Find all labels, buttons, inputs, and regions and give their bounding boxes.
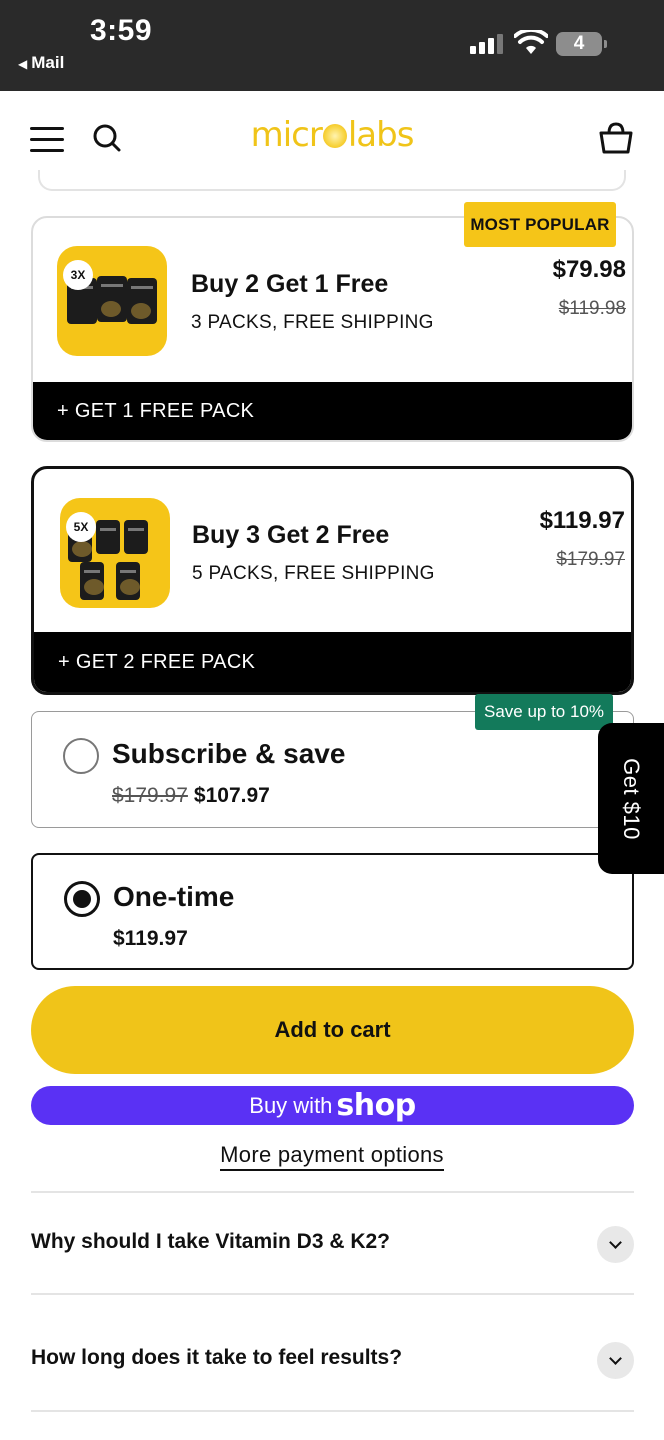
get-10-promo-tab[interactable]: Get $10 (598, 723, 664, 874)
cart-basket-icon[interactable] (598, 121, 634, 155)
option-new-price: $107.97 (193, 784, 270, 807)
save-up-to-badge: Save up to 10% (475, 694, 613, 730)
back-app-label: Mail (31, 53, 65, 72)
bundle-title: Buy 2 Get 1 Free (191, 270, 389, 298)
option-title: Subscribe & save (112, 738, 346, 769)
bundle-free-pack-bar: + GET 2 FREE PACK (34, 632, 631, 692)
bundle-subtitle: 5 PACKS, FREE SHIPPING (192, 563, 435, 584)
more-payment-options-container: More payment options (0, 1142, 664, 1171)
subscribe-radio[interactable] (63, 738, 99, 774)
faq-item[interactable]: How long does it take to feel results? (31, 1330, 634, 1390)
bundle-option-5-packs[interactable]: 5X Buy 3 Get 2 Free 5 PACKS, FREE SHIPPI… (31, 466, 634, 695)
more-payment-options-link[interactable]: More payment options (220, 1142, 444, 1171)
bundle-price: $119.97 (539, 507, 625, 534)
cellular-signal-icon (470, 34, 504, 54)
bundle-free-pack-bar: + GET 1 FREE PACK (33, 382, 632, 440)
quantity-badge: 5X (66, 512, 96, 542)
faq-item[interactable]: Why should I take Vitamin D3 & K2? (31, 1214, 634, 1274)
bundle-price: $79.98 (552, 256, 626, 283)
bundle-option-3-packs[interactable]: 3X Buy 2 Get 1 Free 3 PACKS, FREE SHIPPI… (31, 216, 634, 442)
promo-tab-label: Get $10 (619, 757, 644, 840)
bundle-old-price: $119.98 (558, 298, 626, 319)
bundle-product-image: 5X (60, 498, 170, 608)
chevron-down-icon[interactable] (597, 1226, 634, 1263)
one-time-radio[interactable] (64, 881, 100, 917)
bundle-old-price: $179.97 (556, 549, 625, 570)
quantity-badge: 3X (63, 260, 93, 290)
divider (31, 1410, 634, 1412)
bundle-title: Buy 3 Get 2 Free (192, 521, 390, 549)
divider (31, 1191, 634, 1193)
microlabs-logo[interactable]: micr labs (0, 115, 664, 155)
shop-pay-logo: shop (336, 1088, 416, 1123)
add-to-cart-button[interactable]: Add to cart (31, 986, 634, 1074)
most-popular-badge: MOST POPULAR (464, 202, 616, 247)
battery-icon: 4 (556, 32, 607, 56)
buy-with-label: Buy with (249, 1093, 333, 1118)
faq-question: Why should I take Vitamin D3 & K2? (31, 1230, 391, 1253)
bundle-product-image: 3X (57, 246, 167, 356)
chevron-down-icon[interactable] (597, 1342, 634, 1379)
wifi-icon (514, 30, 548, 54)
option-price: $119.97 (113, 927, 188, 950)
buy-with-shop-button[interactable]: Buy with shop (31, 1086, 634, 1125)
status-bar: 3:59 ◀ Mail 4 (0, 0, 664, 91)
previous-bundle-card-edge (38, 170, 626, 191)
back-to-mail-link[interactable]: ◀ Mail (18, 53, 64, 73)
faq-question: How long does it take to feel results? (31, 1346, 403, 1369)
back-triangle-icon: ◀ (18, 57, 28, 71)
bundle-subtitle: 3 PACKS, FREE SHIPPING (191, 312, 434, 333)
option-old-price: $179.97 (112, 784, 188, 807)
option-price: $179.97 $107.97 (112, 784, 270, 808)
option-title: One-time (113, 881, 235, 912)
status-time: 3:59 (90, 14, 153, 47)
logo-sun-icon (322, 124, 347, 148)
one-time-option[interactable]: One-time $119.97 (31, 853, 634, 970)
divider (31, 1293, 634, 1295)
